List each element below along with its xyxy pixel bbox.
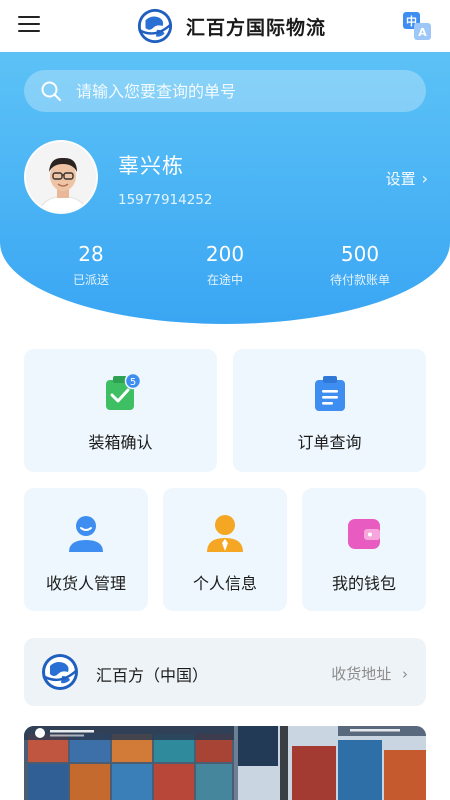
user-phone: 15977914252 (118, 192, 213, 208)
person-tie-icon (207, 515, 243, 552)
shipping-address-label: 收货地址 (331, 665, 392, 683)
settings-label: 设置 (385, 170, 416, 188)
card-label: 装箱确认 (88, 433, 153, 452)
badge-count: 5 (129, 377, 135, 388)
search-icon (41, 81, 61, 101)
card-label: 个人信息 (192, 574, 257, 593)
company-logo-icon (42, 654, 78, 690)
stat-unpaid-bills[interactable]: 500 待付款账单 (300, 242, 420, 288)
chevron-right-icon: › (402, 665, 408, 683)
settings-link[interactable]: 设置 › (386, 168, 428, 189)
user-name: 辜兴栋 (118, 154, 184, 178)
search-input[interactable] (76, 81, 396, 101)
consignee-manage-card[interactable]: 收货人管理 (24, 488, 148, 611)
stat-in-transit[interactable]: 200 在途中 (165, 242, 285, 288)
packing-confirm-card[interactable]: 5 装箱确认 (24, 349, 217, 472)
profile-hero: 辜兴栋 15977914252 设置 › 28 已派送 200 在途中 500 … (0, 52, 450, 324)
svg-text:A: A (418, 26, 427, 39)
card-label: 订单查询 (297, 433, 362, 452)
avatar[interactable] (24, 140, 98, 214)
shipping-containers-image (24, 726, 426, 800)
company-name: 汇百方（中国） (96, 666, 209, 685)
card-label: 收货人管理 (45, 574, 126, 593)
globe-logo-icon (137, 8, 173, 44)
avatar-portrait (26, 142, 96, 212)
chevron-right-icon: › (421, 169, 428, 188)
wallet-icon (348, 519, 380, 549)
promo-banner[interactable] (24, 726, 426, 800)
stat-value: 500 (340, 242, 380, 266)
clipboard-list-icon (314, 376, 345, 411)
personal-info-card[interactable]: 个人信息 (163, 488, 287, 611)
hamburger-menu-icon[interactable] (18, 16, 40, 36)
stat-label: 待付款账单 (329, 273, 390, 287)
shipping-address-link[interactable]: 收货地址 › (331, 663, 408, 684)
brand: 汇百方国际物流 (136, 6, 326, 46)
search-bar[interactable] (24, 70, 426, 112)
app-title: 汇百方国际物流 (186, 16, 327, 39)
stat-delivered[interactable]: 28 已派送 (31, 242, 151, 288)
card-label: 我的钱包 (331, 574, 396, 593)
order-query-card[interactable]: 订单查询 (233, 349, 426, 472)
company-row[interactable]: 汇百方（中国） 收货地址 › (24, 638, 426, 706)
stat-label: 在途中 (206, 273, 243, 287)
stat-label: 已派送 (72, 273, 109, 287)
top-bar: 汇百方国际物流 中 A (0, 0, 450, 52)
my-wallet-card[interactable]: 我的钱包 (302, 488, 426, 611)
stat-value: 28 (78, 242, 104, 266)
translate-icon[interactable]: 中 A (402, 11, 432, 41)
clipboard-check-icon: 5 (105, 373, 141, 410)
stat-value: 200 (205, 242, 245, 266)
person-icon (69, 516, 103, 552)
stats-row: 28 已派送 200 在途中 500 待付款账单 (0, 242, 450, 292)
